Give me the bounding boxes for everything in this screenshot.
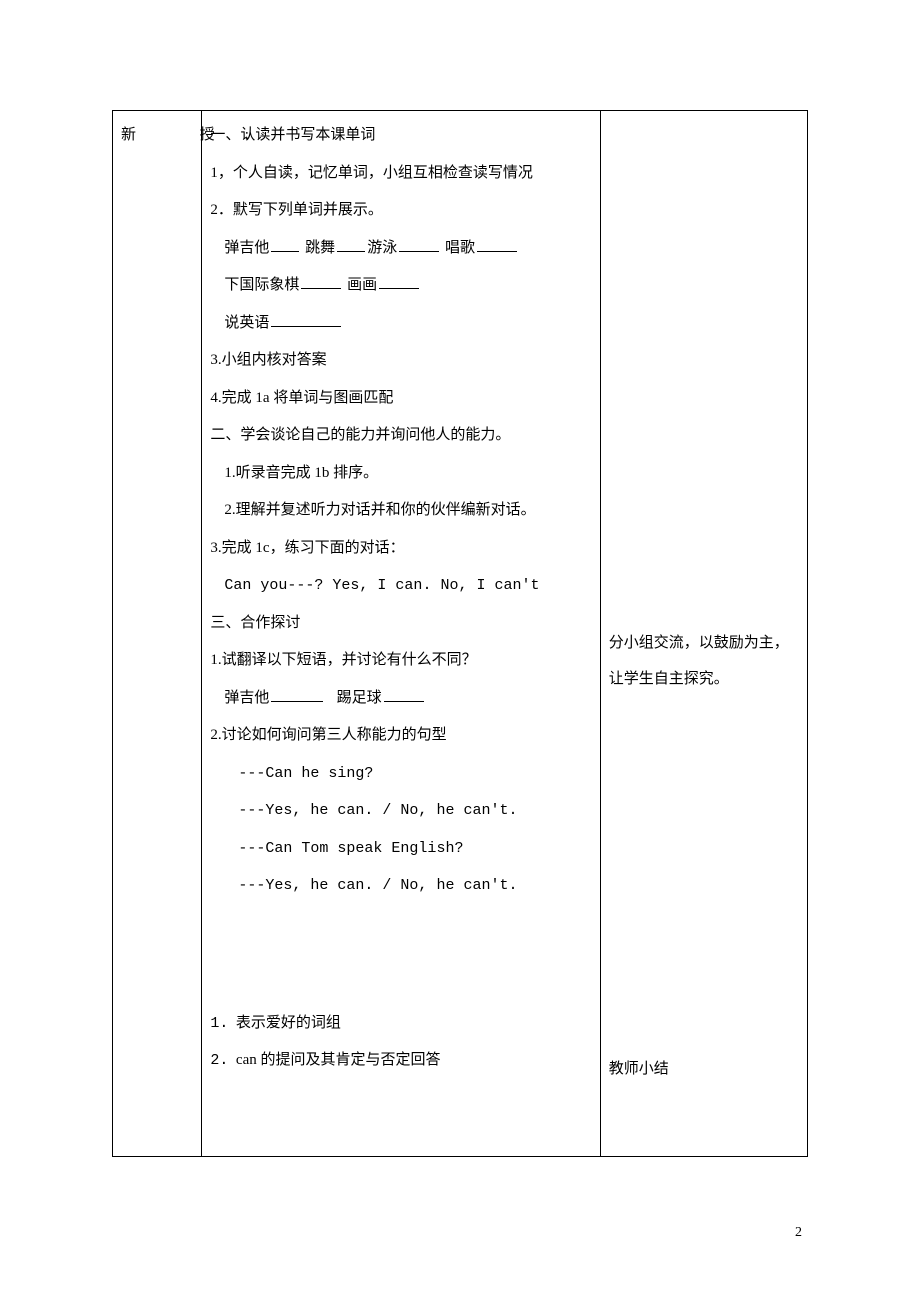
blank: [384, 687, 424, 702]
summary-1-text: 表示爱好的词组: [236, 1015, 341, 1031]
trans-a: 弹吉他: [224, 690, 269, 706]
item-3-2: 2.讨论如何询问第三人称能力的句型: [210, 717, 591, 755]
vocab-2a: 下国际象棋: [224, 277, 299, 293]
vocab-3a: 说英语: [224, 315, 269, 331]
vocab-1d: 唱歌: [445, 240, 475, 256]
blank: [271, 312, 341, 327]
vocab-1a: 弹吉他: [224, 240, 269, 256]
blank: [477, 237, 517, 252]
item-2-3: 3.完成 1c，练习下面的对话：: [210, 530, 591, 568]
lesson-table: 新 授: 一、认读并书写本课单词 1，个人自读，记忆单词，小组互相检查读写情况 …: [112, 110, 808, 1157]
vocab-1b: 跳舞: [305, 240, 335, 256]
item-3-1: 1.试翻译以下短语，并讨论有什么不同？: [210, 642, 591, 680]
item-1-4: 4.完成 1a 将单词与图画匹配: [210, 380, 591, 418]
dlg-he-q: ---Can he sing?: [210, 755, 591, 793]
summary-1-num: 1.: [210, 1015, 228, 1032]
dlg-tom-a: ---Yes, he can. / No, he can't.: [210, 867, 591, 905]
summary-2-num: 2.: [210, 1052, 228, 1069]
notes-cell: 分小组交流，以鼓励为主，让学生自主探究。 教师小结: [600, 111, 807, 1157]
trans-b: 踢足球: [337, 690, 382, 706]
note-1: 分小组交流，以鼓励为主，让学生自主探究。: [609, 625, 799, 697]
blank: [301, 274, 341, 289]
dlg-tom-q: ---Can Tom speak English?: [210, 830, 591, 868]
translate-line: 弹吉他 踢足球: [210, 680, 591, 718]
item-2-2: 2.理解并复述听力对话并和你的伙伴编新对话。: [210, 492, 591, 530]
blank: [379, 274, 419, 289]
section1-title: 一、认读并书写本课单词: [210, 117, 591, 155]
summary-1: 1. 表示爱好的词组: [210, 1005, 591, 1043]
dlg-he-a: ---Yes, he can. / No, he can't.: [210, 792, 591, 830]
item-1-3: 3.小组内核对答案: [210, 342, 591, 380]
blank: [271, 687, 323, 702]
dialog-1: Can you---? Yes, I can. No, I can't: [210, 567, 591, 605]
item-2-1: 1.听录音完成 1b 排序。: [210, 455, 591, 493]
summary-2-text: can 的提问及其肯定与否定回答: [236, 1052, 441, 1068]
vocab-line-1: 弹吉他 跳舞 游泳 唱歌: [210, 230, 591, 268]
section3-title: 三、合作探讨: [210, 605, 591, 643]
vocab-line-3: 说英语: [210, 305, 591, 343]
stage-cell: 新 授:: [113, 111, 202, 1157]
blank: [271, 237, 299, 252]
vocab-2b: 画画: [347, 277, 377, 293]
vocab-1c: 游泳: [367, 240, 397, 256]
note-2: 教师小结: [609, 1051, 799, 1087]
item-1-1: 1，个人自读，记忆单词，小组互相检查读写情况: [210, 155, 591, 193]
section2-title: 二、学会谈论自己的能力并询问他人的能力。: [210, 417, 591, 455]
vocab-line-2: 下国际象棋 画画: [210, 267, 591, 305]
blank: [337, 237, 365, 252]
page-number: 2: [795, 1216, 802, 1250]
content-cell: 一、认读并书写本课单词 1，个人自读，记忆单词，小组互相检查读写情况 2．默写下…: [202, 111, 600, 1157]
item-1-2: 2．默写下列单词并展示。: [210, 192, 591, 230]
summary-2: 2. can 的提问及其肯定与否定回答: [210, 1042, 591, 1080]
blank: [399, 237, 439, 252]
